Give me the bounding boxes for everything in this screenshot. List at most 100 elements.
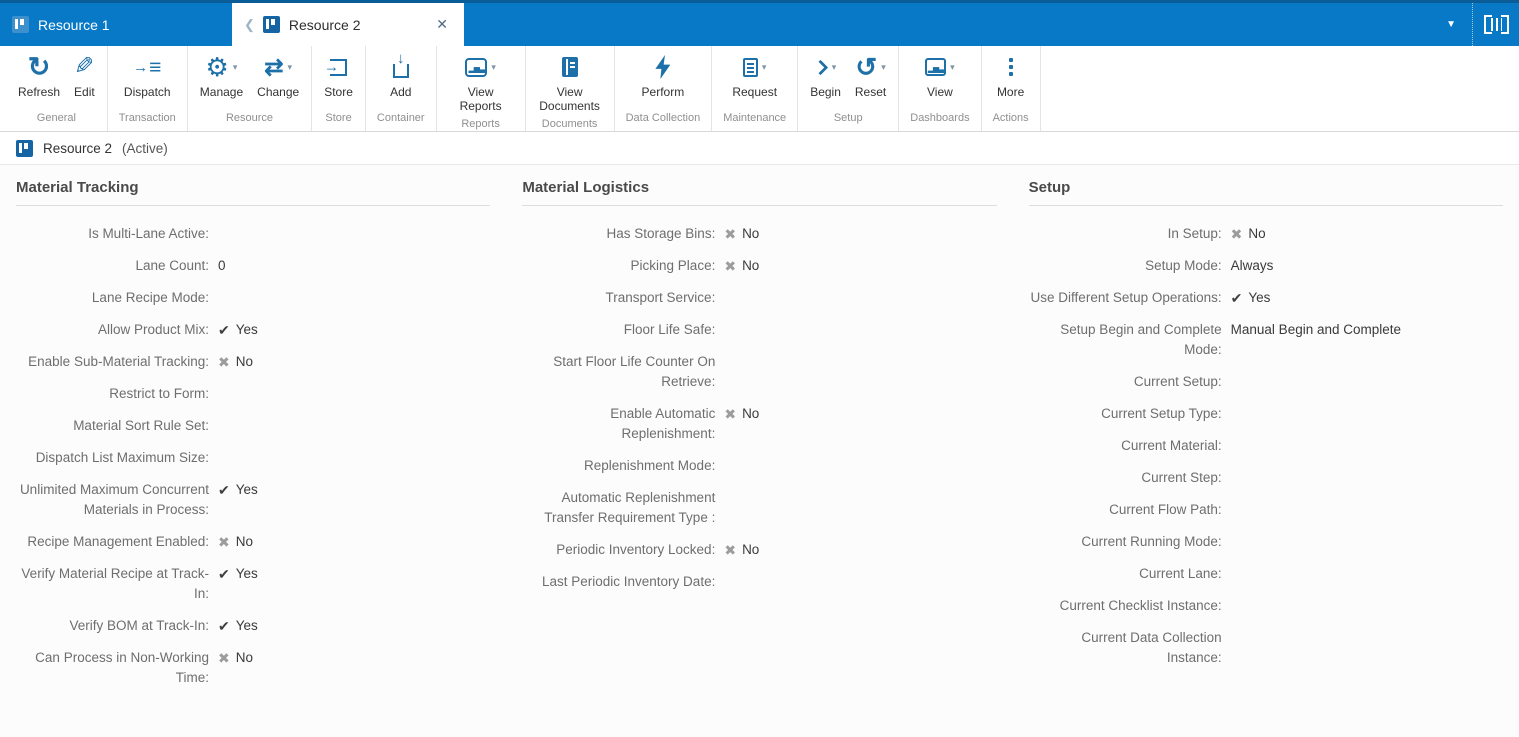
- back-chevron-icon[interactable]: ❮: [244, 17, 255, 33]
- ribbon-group-label: Documents: [541, 118, 598, 130]
- field-row: Lane Recipe Mode:: [16, 288, 490, 308]
- resource-icon: [262, 16, 280, 33]
- icon-wrap: [1008, 52, 1013, 82]
- ribbon-button-reset[interactable]: ▾ Reset: [848, 52, 893, 107]
- ribbon-button-add[interactable]: Add: [383, 52, 418, 107]
- field-row: Transport Service:: [522, 288, 996, 308]
- icon-wrap: [561, 52, 578, 82]
- field-label: Setup Mode:: [1145, 258, 1222, 273]
- field-row: Dispatch List Maximum Size:: [16, 448, 490, 468]
- field-value: ✖ No: [724, 540, 759, 560]
- field-row: Allow Product Mix: ✔ Yes: [16, 320, 490, 340]
- titlebar-menu-caret-icon[interactable]: ▼: [1430, 19, 1472, 30]
- field-label: Current Data Collection Instance:: [1081, 630, 1222, 665]
- ribbon-button-label: View: [927, 85, 953, 99]
- field-row: Current Step:: [1029, 468, 1503, 488]
- ribbon-button-label: Request: [732, 85, 778, 99]
- ribbon-button-view-documents[interactable]: View Documents: [531, 52, 609, 113]
- ribbon-button-label: Reset: [854, 85, 887, 99]
- dropdown-caret-icon[interactable]: ▾: [491, 62, 496, 73]
- field-row: Unlimited Maximum Concurrent Materials i…: [16, 480, 490, 520]
- status-badge: (Active): [122, 140, 168, 156]
- ribbon-button-label: Change: [257, 85, 300, 99]
- barcode-scan-button[interactable]: [1473, 3, 1519, 46]
- ribbon-buttons: ▾ Request: [717, 52, 792, 107]
- ribbon-button-store[interactable]: Store: [317, 52, 360, 107]
- ribbon-button-begin[interactable]: ▾ Begin: [803, 52, 848, 107]
- field-row: Has Storage Bins: ✖ No: [522, 224, 996, 244]
- icon-wrap: ▾: [925, 52, 955, 82]
- check-icon: ✔: [218, 566, 230, 582]
- field-label: Last Periodic Inventory Date:: [541, 574, 716, 589]
- cross-icon: ✖: [1230, 226, 1243, 242]
- ribbon-button-view-reports[interactable]: ▾ View Reports: [442, 52, 520, 113]
- ribbon-button-refresh[interactable]: Refresh: [11, 52, 67, 107]
- tab-resource-1[interactable]: Resource 1: [0, 3, 232, 46]
- dropdown-caret-icon[interactable]: ▾: [881, 62, 886, 73]
- field-label: Lane Recipe Mode:: [91, 290, 209, 305]
- field-label: Has Storage Bins:: [606, 226, 716, 241]
- field-value-text: 0: [218, 258, 226, 273]
- ribbon-buttons: View Documents: [531, 52, 609, 113]
- begin-icon: [812, 59, 829, 75]
- tab-resource-2[interactable]: ❮ Resource 2 ✕: [232, 3, 464, 46]
- ribbon-group-store: Store Store: [312, 46, 366, 131]
- store-icon: [330, 58, 348, 76]
- tab-label: Resource 2: [288, 16, 361, 33]
- ribbon-button-label: View Documents: [539, 85, 600, 113]
- field-value: ✖ No: [724, 404, 759, 424]
- field-row: Start Floor Life Counter On Retrieve:: [522, 352, 996, 392]
- icon-wrap: [74, 52, 94, 82]
- field-value-text: Yes: [1248, 290, 1271, 305]
- dropdown-caret-icon[interactable]: ▾: [950, 62, 955, 73]
- ribbon-button-change[interactable]: ▾ Change: [250, 52, 306, 107]
- field-label: Current Lane:: [1139, 566, 1222, 581]
- field-row: Floor Life Safe:: [522, 320, 996, 340]
- field-label: Verify BOM at Track-In:: [69, 618, 209, 633]
- ribbon-group-actions: More Actions: [982, 46, 1041, 131]
- field-row: Periodic Inventory Locked: ✖ No: [522, 540, 996, 560]
- check-icon: ✔: [218, 618, 230, 634]
- check-icon: ✔: [1230, 290, 1243, 306]
- ribbon-group-setup: ▾ Begin ▾ Reset Setup: [798, 46, 900, 131]
- ribbon-buttons: ▾ View: [904, 52, 975, 107]
- ribbon-button-view[interactable]: ▾ View: [918, 52, 962, 107]
- cross-icon: ✖: [724, 406, 737, 422]
- titlebar-right: ▼: [1430, 3, 1519, 46]
- section-title: Material Logistics: [522, 179, 997, 206]
- cross-icon: ✖: [218, 650, 230, 666]
- check-icon: ✔: [218, 322, 230, 338]
- field-value: ✔ Yes: [1231, 288, 1271, 308]
- change-icon: [264, 56, 283, 79]
- field-label: Can Process in Non-Working Time:: [35, 650, 209, 685]
- dropdown-caret-icon[interactable]: ▾: [288, 62, 293, 73]
- dropdown-caret-icon[interactable]: ▾: [233, 62, 238, 73]
- ribbon-group-label: Store: [325, 112, 352, 124]
- refresh-icon: [28, 54, 51, 81]
- ribbon-button-dispatch[interactable]: Dispatch: [117, 52, 178, 107]
- close-icon[interactable]: ✕: [432, 14, 452, 35]
- field-row: Current Material:: [1029, 436, 1503, 456]
- resource-icon: [16, 139, 33, 157]
- check-icon: ✔: [218, 482, 230, 498]
- dropdown-caret-icon[interactable]: ▾: [762, 62, 767, 73]
- ribbon-button-edit[interactable]: Edit: [67, 52, 102, 107]
- ribbon-button-label: Refresh: [18, 85, 61, 99]
- field-label: Unlimited Maximum Concurrent Materials i…: [19, 482, 209, 517]
- field-label: Is Multi-Lane Active:: [88, 226, 209, 241]
- ribbon-button-label: Perform: [641, 85, 685, 99]
- dropdown-caret-icon[interactable]: ▾: [832, 62, 837, 73]
- section-title: Material Tracking: [16, 179, 491, 206]
- ribbon-button-manage[interactable]: ▾ Manage: [193, 52, 250, 107]
- ribbon-button-request[interactable]: ▾ Request: [725, 52, 784, 107]
- field-label: Transport Service:: [605, 290, 716, 305]
- view-documents-icon: [561, 57, 578, 77]
- field-label: Setup Begin and Complete Mode:: [1060, 322, 1222, 357]
- ribbon-button-more[interactable]: More: [990, 52, 1031, 107]
- field-label: Current Running Mode:: [1081, 534, 1222, 549]
- field-label: Floor Life Safe:: [623, 322, 716, 337]
- resource-icon: [12, 16, 29, 33]
- ribbon-button-perform[interactable]: Perform: [635, 52, 692, 107]
- field-value: ✖ No: [218, 648, 253, 668]
- field-label: Dispatch List Maximum Size:: [35, 450, 209, 465]
